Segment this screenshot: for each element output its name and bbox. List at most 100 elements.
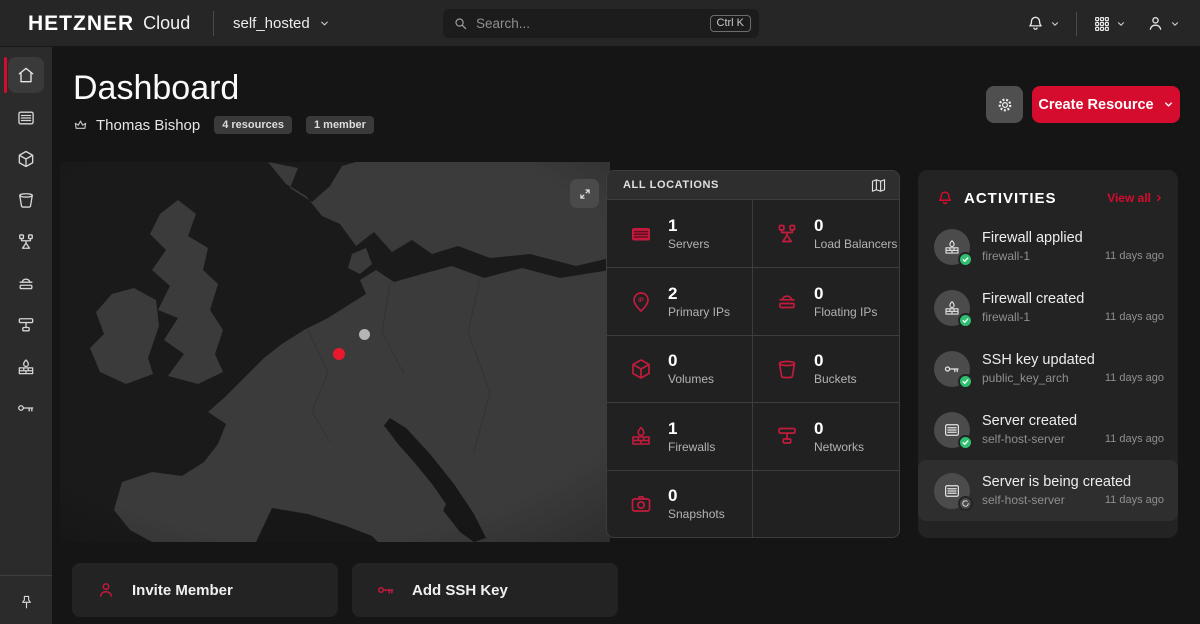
activity-resource: public_key_arch: [982, 370, 1093, 386]
activity-item-server-being-created[interactable]: Server is being created self-host-server…: [918, 460, 1178, 521]
pending-spinner-icon: [958, 496, 973, 511]
key-icon: [943, 360, 961, 378]
pin-icon: [18, 594, 35, 611]
sidebar-item-ssh-keys[interactable]: [8, 390, 44, 426]
search-box[interactable]: Ctrl K: [443, 9, 759, 38]
stat-cell-floating-ips[interactable]: 0 Floating IPs: [753, 267, 899, 334]
activity-time: 11 days ago: [1105, 250, 1164, 262]
map-expand-button[interactable]: [570, 179, 599, 208]
stat-cell-buckets[interactable]: 0 Buckets: [753, 335, 899, 402]
account-menu-button[interactable]: [1142, 10, 1184, 37]
locations-selector-label: ALL LOCATIONS: [623, 179, 719, 191]
map-icon[interactable]: [870, 177, 887, 194]
activity-item-firewall-applied[interactable]: Firewall applied firewall-1 11 days ago: [918, 216, 1178, 277]
view-all-button[interactable]: View all: [1107, 191, 1164, 205]
members-count-badge: 1 member: [306, 116, 374, 134]
sidebar-item-home[interactable]: [8, 57, 44, 93]
network-icon: [16, 315, 36, 335]
activity-time: 11 days ago: [1105, 494, 1164, 506]
server-icon: [943, 482, 961, 500]
owner-name: Thomas Bishop: [96, 117, 200, 134]
avatar: [934, 351, 970, 387]
server-icon: [629, 222, 653, 246]
stat-cell-servers[interactable]: 1 Servers: [607, 200, 753, 267]
locations-selector[interactable]: ALL LOCATIONS: [606, 170, 900, 200]
activities-title: ACTIVITIES: [964, 190, 1057, 207]
sidebar-item-firewalls[interactable]: [8, 349, 44, 385]
sidebar-item-networks[interactable]: [8, 307, 44, 343]
activities-header: ACTIVITIES View all: [918, 170, 1178, 216]
locations-map[interactable]: [60, 162, 610, 542]
stat-cell-snapshots[interactable]: 0 Snapshots: [607, 470, 753, 537]
stat-cell-firewalls[interactable]: 1 Firewalls: [607, 402, 753, 469]
topbar: HETZNER Cloud self_hosted Ctrl K: [0, 0, 1200, 47]
activity-resource: firewall-1: [982, 248, 1093, 264]
activity-time: 11 days ago: [1105, 433, 1164, 445]
sidebar-item-servers[interactable]: [8, 100, 44, 136]
activity-resource: self-host-server: [982, 492, 1093, 508]
firewall-icon: [943, 238, 961, 256]
stat-label: Buckets: [814, 372, 857, 386]
map-dot-gray[interactable]: [359, 329, 370, 340]
apps-menu-button[interactable]: [1089, 11, 1130, 37]
create-resource-button[interactable]: Create Resource: [1032, 86, 1180, 123]
avatar: [934, 473, 970, 509]
stat-cell-primary-ips[interactable]: IP 2 Primary IPs: [607, 267, 753, 334]
avatar: [934, 290, 970, 326]
add-ssh-key-button[interactable]: Add SSH Key: [352, 563, 618, 617]
stat-label: Load Balancers: [814, 237, 897, 251]
project-switcher[interactable]: self_hosted: [233, 0, 330, 47]
firewall-icon: [629, 424, 653, 448]
stat-cell-networks[interactable]: 0 Networks: [753, 402, 899, 469]
chevron-down-icon: [1050, 19, 1060, 29]
notifications-menu-button[interactable]: [1022, 10, 1064, 37]
crown-icon: [73, 118, 88, 133]
chevron-down-icon: [1170, 19, 1180, 29]
servers-icon: [16, 108, 36, 128]
stat-cell-empty: [753, 470, 899, 537]
active-indicator: [4, 57, 7, 93]
stat-cell-volumes[interactable]: 0 Volumes: [607, 335, 753, 402]
key-icon: [16, 398, 36, 418]
invite-member-button[interactable]: Invite Member: [72, 563, 338, 617]
stat-cell-load-balancers[interactable]: 0 Load Balancers: [753, 200, 899, 267]
activity-time: 11 days ago: [1105, 372, 1164, 384]
stat-label: Networks: [814, 440, 864, 454]
activity-resource: self-host-server: [982, 431, 1093, 447]
add-ssh-key-label: Add SSH Key: [412, 582, 508, 599]
sidebar: [0, 47, 52, 624]
search-input[interactable]: [476, 16, 710, 31]
volume-cube-icon: [16, 149, 36, 169]
map-dot-red[interactable]: [333, 348, 345, 360]
stat-value: 0: [814, 216, 897, 236]
brand-logo[interactable]: HETZNER Cloud: [28, 0, 190, 47]
sidebar-item-pin[interactable]: [8, 584, 44, 620]
activity-item-ssh-key-updated[interactable]: SSH key updated public_key_arch 11 days …: [918, 338, 1178, 399]
server-icon: [943, 421, 961, 439]
stat-label: Primary IPs: [668, 305, 730, 319]
avatar: [934, 412, 970, 448]
topbar-divider: [213, 11, 214, 36]
floating-ip-icon: [16, 274, 36, 294]
sidebar-item-buckets[interactable]: [8, 182, 44, 218]
activity-resource: firewall-1: [982, 309, 1093, 325]
snapshot-camera-icon: [629, 492, 653, 516]
sidebar-item-load-balancers[interactable]: [8, 224, 44, 260]
topbar-separator: [1076, 12, 1077, 36]
project-settings-button[interactable]: [986, 86, 1023, 123]
sidebar-item-floating-ips[interactable]: [8, 266, 44, 302]
stat-label: Snapshots: [668, 507, 725, 521]
activity-item-firewall-created[interactable]: Firewall created firewall-1 11 days ago: [918, 277, 1178, 338]
bucket-icon: [775, 357, 799, 381]
firewall-icon: [943, 299, 961, 317]
bucket-icon: [16, 190, 36, 210]
stat-value: 1: [668, 419, 715, 439]
primary-ip-icon: IP: [629, 290, 653, 314]
stat-label: Volumes: [668, 372, 714, 386]
sidebar-item-volumes[interactable]: [8, 141, 44, 177]
volume-cube-icon: [629, 357, 653, 381]
activity-item-server-created[interactable]: Server created self-host-server 11 days …: [918, 399, 1178, 460]
firewall-icon: [16, 357, 36, 377]
resources-count-badge: 4 resources: [214, 116, 292, 134]
locations-stats-panel: ALL LOCATIONS 1 Servers 0 Load Balancers: [606, 170, 900, 538]
